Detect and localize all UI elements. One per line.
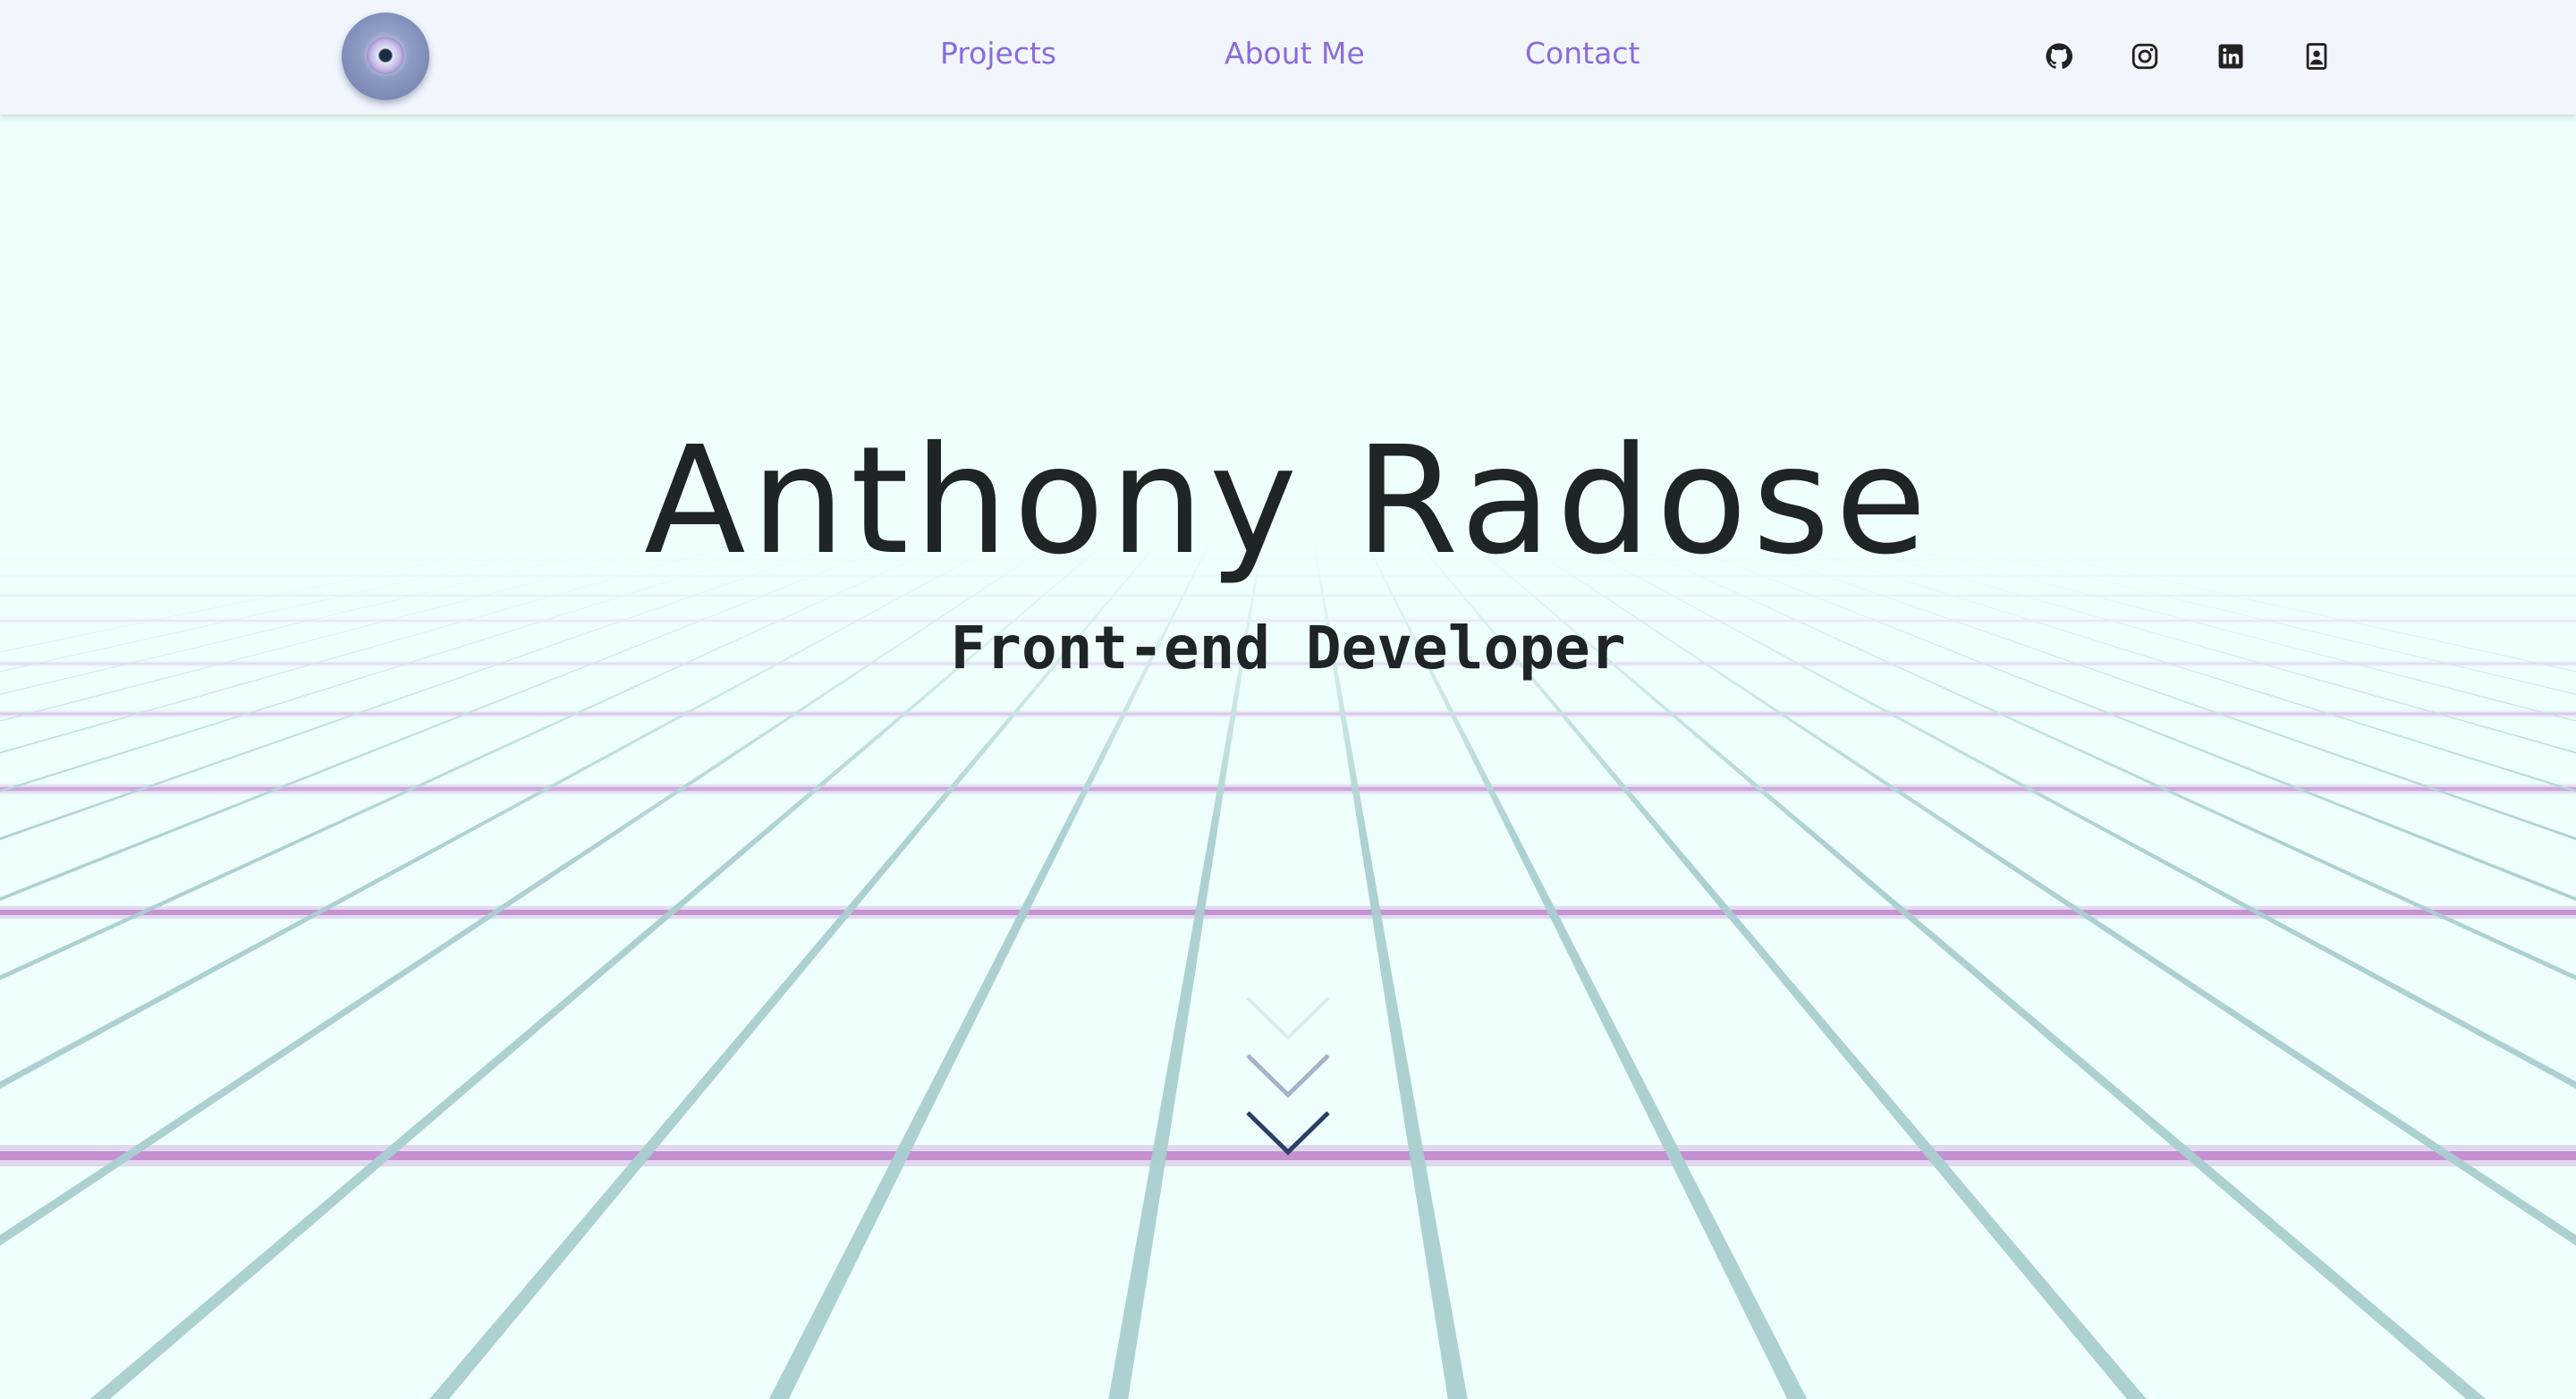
nav-about-me-link[interactable]: About Me bbox=[1224, 36, 1365, 71]
horizon-fade bbox=[0, 0, 2576, 1399]
instagram-link[interactable] bbox=[2128, 39, 2162, 73]
hero-subtitle: Front-end Developer bbox=[950, 614, 1626, 683]
logo-button[interactable] bbox=[342, 13, 429, 100]
github-icon bbox=[2046, 43, 2073, 69]
scroll-down-button[interactable] bbox=[1243, 991, 1333, 1161]
nav-contact-link[interactable]: Contact bbox=[1525, 36, 1640, 71]
chevron-down-icon bbox=[1246, 996, 1330, 1040]
eye-orb-logo-icon bbox=[367, 37, 404, 74]
contact-card-link[interactable] bbox=[2300, 39, 2334, 73]
site-header: Projects About Me Contact bbox=[0, 0, 2576, 114]
contact-card-icon bbox=[2306, 43, 2327, 70]
nav-projects-link[interactable]: Projects bbox=[940, 36, 1056, 71]
github-link[interactable] bbox=[2042, 39, 2076, 73]
instagram-icon bbox=[2131, 43, 2158, 70]
chevron-down-icon bbox=[1246, 1111, 1330, 1156]
page: Projects About Me Contact Anthony Radose… bbox=[0, 0, 2576, 1399]
hero-title: Anthony Radose bbox=[644, 415, 1932, 588]
perspective-grid-background bbox=[0, 0, 2576, 1399]
chevron-down-icon bbox=[1246, 1054, 1330, 1098]
linkedin-link[interactable] bbox=[2214, 39, 2248, 73]
linkedin-icon bbox=[2218, 44, 2243, 69]
